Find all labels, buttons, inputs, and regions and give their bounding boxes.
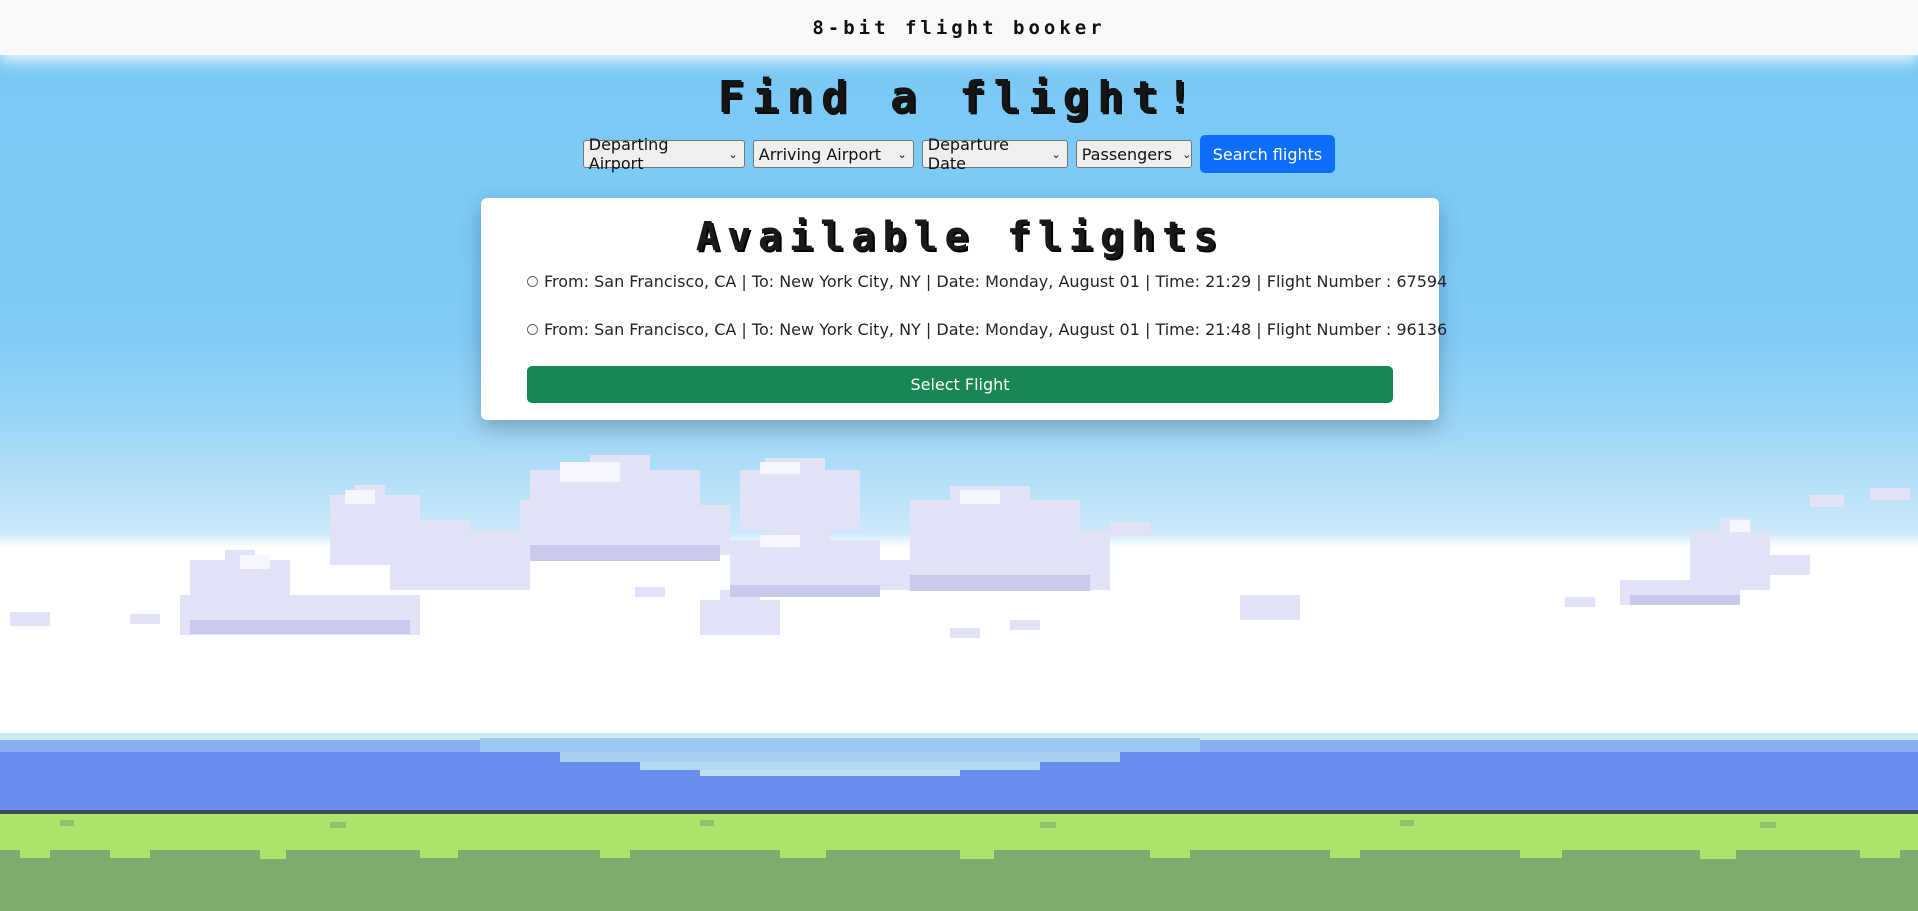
radio-button[interactable] bbox=[527, 276, 538, 287]
arriving-airport-select[interactable]: Arriving Airport ⌄ bbox=[752, 140, 914, 168]
search-flights-button[interactable]: Search flights bbox=[1199, 135, 1336, 173]
search-form: Departing Airport ⌄ Arriving Airport ⌄ D… bbox=[0, 135, 1918, 173]
chevron-down-icon: ⌄ bbox=[897, 147, 907, 161]
brand-title: 8-bit flight booker bbox=[812, 16, 1106, 39]
departure-date-label: Departure Date bbox=[927, 135, 1009, 173]
page-title: Find a flight! bbox=[717, 72, 1201, 123]
chevron-down-icon: ⌄ bbox=[728, 147, 738, 161]
passengers-select[interactable]: Passengers ⌄ bbox=[1075, 140, 1192, 168]
chevron-down-icon: ⌄ bbox=[1182, 147, 1192, 161]
departure-date-select[interactable]: Departure Date ⌄ bbox=[921, 135, 1068, 173]
available-flights-card: Available flights From: San Francisco, C… bbox=[481, 198, 1447, 420]
flight-option[interactable]: From: San Francisco, CA | To: New York C… bbox=[527, 272, 1447, 291]
radio-button[interactable] bbox=[527, 324, 538, 335]
available-flights-title: Available flights bbox=[695, 214, 1225, 260]
arriving-airport-label: Arriving Airport bbox=[758, 144, 882, 164]
passengers-label: Passengers bbox=[1081, 144, 1173, 164]
flight-option[interactable]: From: San Francisco, CA | To: New York C… bbox=[527, 320, 1447, 339]
navbar: 8-bit flight booker bbox=[0, 0, 1918, 55]
flight-option-label: From: San Francisco, CA | To: New York C… bbox=[544, 320, 1448, 339]
flight-option-label: From: San Francisco, CA | To: New York C… bbox=[544, 272, 1448, 291]
chevron-down-icon: ⌄ bbox=[1051, 147, 1061, 161]
select-flight-button[interactable]: Select Flight bbox=[527, 366, 1393, 403]
departing-airport-select[interactable]: Departing Airport ⌄ bbox=[582, 135, 745, 173]
departing-airport-label: Departing Airport bbox=[588, 135, 669, 173]
